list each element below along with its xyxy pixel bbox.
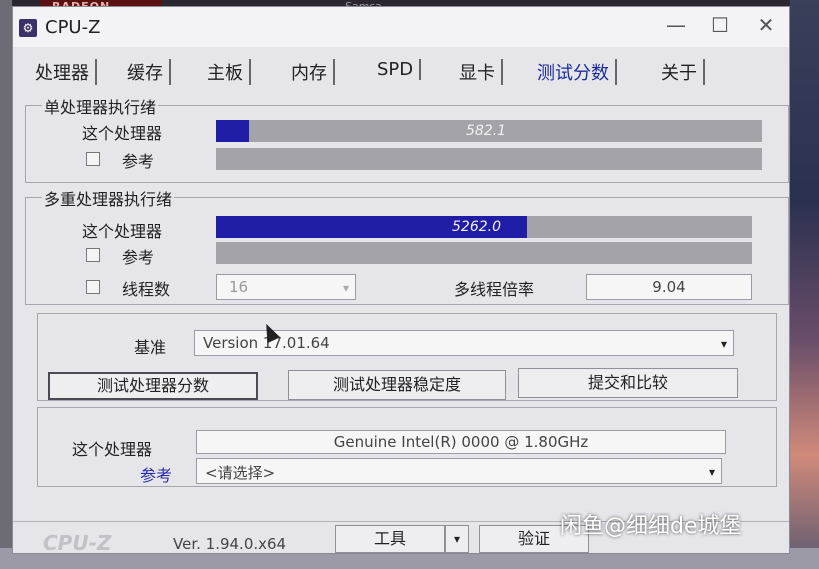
cpuz-logo: CPU-Z — [43, 531, 112, 555]
threads-value: 16 — [229, 278, 249, 296]
tab-about[interactable]: 关于 — [655, 59, 705, 85]
minimize-button[interactable]: — — [653, 10, 699, 42]
close-button[interactable]: ✕ — [743, 10, 789, 42]
single-this-cpu-score: 582.1 — [466, 123, 507, 139]
ratio-label: 多线程倍率 — [454, 280, 535, 299]
window-title: CPU-Z — [45, 17, 101, 38]
desktop-left-strip — [0, 0, 12, 569]
multi-reference-label: 参考 — [122, 248, 155, 267]
single-this-cpu-bar: 582.1 — [216, 120, 762, 142]
multi-this-cpu-label: 这个处理器 — [82, 222, 163, 241]
single-reference-checkbox[interactable] — [86, 152, 100, 166]
single-reference-bar — [216, 148, 762, 170]
single-this-cpu-bar-fill — [216, 120, 249, 142]
processor-info-group: 这个处理器 Genuine Intel(R) 0000 @ 1.80GHz 参考… — [37, 407, 777, 487]
tab-caches[interactable]: 缓存 — [121, 59, 171, 85]
chevron-down-icon: ▾ — [708, 465, 715, 479]
tab-bench[interactable]: 测试分数 — [531, 59, 617, 85]
single-thread-title: 单处理器执行绪 — [42, 94, 159, 118]
chevron-down-icon: ▾ — [342, 281, 349, 295]
title-bar[interactable]: ⚙ CPU-Z — ☐ ✕ — [13, 7, 789, 47]
benchmark-label: 基准 — [134, 338, 167, 357]
chevron-down-icon: ▾ — [720, 337, 727, 351]
tools-dropdown-icon[interactable]: ▾ — [445, 525, 469, 553]
this-processor-value: Genuine Intel(R) 0000 @ 1.80GHz — [333, 433, 589, 451]
tab-mainboard[interactable]: 主板 — [201, 59, 251, 85]
desktop-wallpaper — [790, 0, 819, 569]
bench-cpu-button[interactable]: 测试处理器分数 — [48, 372, 258, 400]
benchmark-group: 基准 Version 17.01.64 ▾ 测试处理器分数 测试处理器稳定度 提… — [37, 313, 777, 401]
maximize-button[interactable]: ☐ — [697, 10, 743, 42]
threads-label: 线程数 — [122, 280, 171, 299]
version-label: Ver. 1.94.0.x64 — [173, 535, 287, 553]
tab-memory[interactable]: 内存 — [285, 59, 335, 85]
single-reference-label: 参考 — [122, 152, 155, 171]
multi-thread-title: 多重处理器执行绪 — [42, 186, 175, 210]
single-this-cpu-label: 这个处理器 — [82, 124, 163, 143]
single-thread-group: 单处理器执行绪 这个处理器 582.1 参考 — [25, 94, 789, 183]
submit-compare-button[interactable]: 提交和比较 — [518, 368, 738, 398]
stress-cpu-button[interactable]: 测试处理器稳定度 — [288, 370, 506, 400]
tab-spd[interactable]: SPD — [371, 59, 422, 80]
threads-select[interactable]: 16 ▾ — [216, 274, 356, 300]
multi-this-cpu-score: 5262.0 — [452, 219, 501, 235]
tab-bar: 处理器 缓存 主板 内存 SPD 显卡 测试分数 关于 — [21, 53, 761, 87]
ratio-field: 9.04 — [586, 274, 752, 300]
threads-checkbox[interactable] — [86, 280, 100, 294]
multi-reference-checkbox[interactable] — [86, 248, 100, 262]
multi-reference-bar — [216, 242, 752, 264]
multi-this-cpu-bar: 5262.0 — [216, 216, 752, 238]
watermark-text: 闲鱼@细细de城堡 — [560, 514, 742, 539]
reference-processor-value: <请选择> — [205, 464, 276, 482]
tools-button[interactable]: 工具 — [335, 525, 445, 553]
reference-processor-label: 参考 — [140, 466, 173, 485]
ratio-value: 9.04 — [652, 278, 686, 296]
cpu-z-icon: ⚙ — [19, 19, 37, 37]
tab-graphics[interactable]: 显卡 — [453, 59, 503, 85]
this-processor-label: 这个处理器 — [72, 440, 153, 459]
cpuz-window: ⚙ CPU-Z — ☐ ✕ 处理器 缓存 主板 内存 SPD 显卡 测试分数 关… — [12, 6, 790, 555]
multi-thread-group: 多重处理器执行绪 这个处理器 5262.0 参考 线程数 16 ▾ 多线程倍率 … — [25, 186, 789, 305]
reference-processor-select[interactable]: <请选择> ▾ — [196, 458, 722, 484]
this-processor-field: Genuine Intel(R) 0000 @ 1.80GHz — [196, 430, 726, 454]
tab-cpu[interactable]: 处理器 — [29, 59, 97, 85]
